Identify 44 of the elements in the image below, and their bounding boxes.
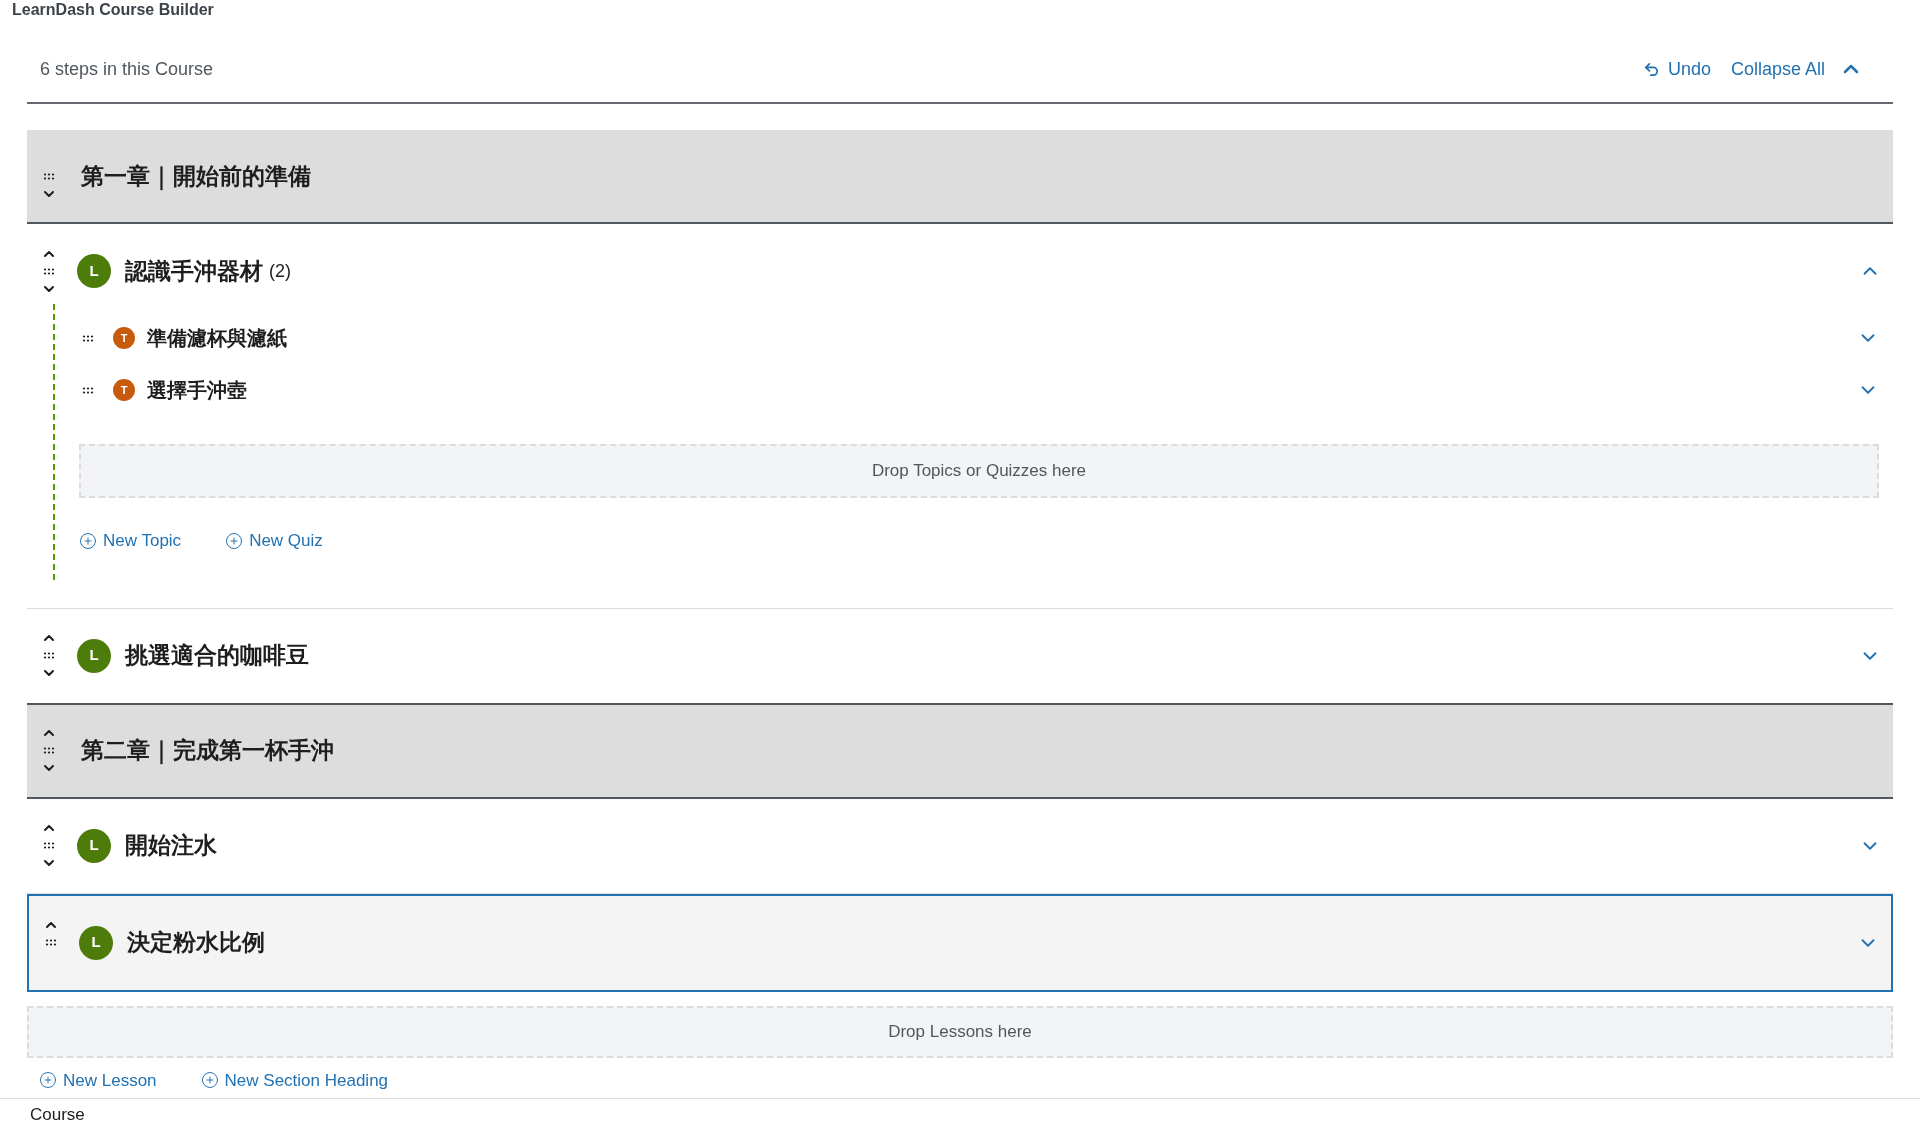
lesson-row[interactable]: L 決定粉水比例 (27, 893, 1893, 992)
lesson-title: 開始注水 (125, 831, 217, 861)
footer-label: Course (30, 1103, 85, 1126)
drag-handle-icon[interactable] (43, 652, 55, 659)
undo-button[interactable]: Undo (1642, 55, 1711, 83)
drag-handle-icon[interactable] (43, 842, 55, 849)
drag-handle-icon[interactable] (43, 267, 55, 275)
drag-handle-icon[interactable] (43, 172, 55, 180)
lesson-badge: L (79, 925, 113, 960)
drag-handle-icon[interactable] (82, 386, 94, 394)
add-link[interactable]: New Lesson (39, 1067, 157, 1093)
drag-handle-icon[interactable] (43, 747, 55, 754)
topic-title: 準備濾杯與濾紙 (147, 326, 287, 351)
topic-badge: T (113, 327, 135, 349)
drag-handle-icon[interactable] (45, 939, 57, 946)
collapse-all-button[interactable]: Collapse All (1730, 55, 1863, 83)
lesson-title: 決定粉水比例 (127, 928, 265, 958)
plus-circle-icon (39, 1071, 57, 1090)
lesson-title: 挑選適合的咖啡豆 (125, 641, 309, 671)
topic-row[interactable]: T 選擇手沖壺 (75, 364, 1879, 416)
section-title: 第一章｜開始前的準備 (81, 161, 311, 193)
lesson-badge: L (77, 828, 111, 863)
drop-zone: Drop Lessons here (27, 1005, 1893, 1058)
topic-title: 選擇手沖壺 (147, 378, 247, 403)
plus-circle-icon (79, 531, 97, 550)
undo-icon (1642, 60, 1660, 78)
section-heading[interactable]: 第二章｜完成第一杯手沖 (27, 704, 1893, 799)
lesson-title: 認識手沖器材 (125, 256, 263, 286)
section-heading[interactable]: 第一章｜開始前的準備 (27, 130, 1893, 224)
lesson-badge: L (77, 638, 111, 673)
drag-handle-icon[interactable] (82, 334, 94, 342)
drop-zone: Drop Topics or Quizzes here (79, 444, 1879, 498)
plus-circle-icon (225, 531, 244, 550)
add-link[interactable]: New Section Heading (200, 1067, 389, 1093)
add-link[interactable]: New Topic (79, 528, 182, 554)
plus-circle-icon (200, 1071, 219, 1090)
topic-badge: T (113, 379, 135, 401)
page-title: LearnDash Course Builder (12, 0, 214, 20)
lesson-badge: L (77, 254, 111, 288)
topic-count: (2) (269, 259, 291, 283)
topic-row[interactable]: T 準備濾杯與濾紙 (75, 312, 1879, 364)
add-link[interactable]: New Quiz (225, 528, 323, 554)
section-title: 第二章｜完成第一杯手沖 (81, 736, 334, 767)
steps-count: 6 steps in this Course (40, 57, 214, 81)
